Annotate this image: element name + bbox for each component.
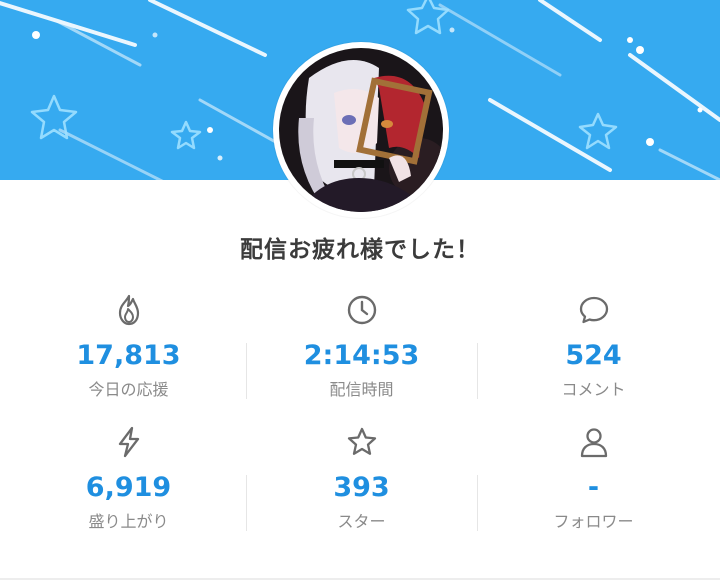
stat-value: 17,813 <box>76 340 181 371</box>
bolt-icon <box>118 426 139 458</box>
flame-icon <box>118 294 139 326</box>
stat-stream-time: 2:14:53 配信時間 <box>245 293 478 423</box>
stat-value: - <box>587 472 600 503</box>
stat-label: 盛り上がり <box>88 512 169 531</box>
stat-label: スター <box>337 512 386 531</box>
stat-stars: 393 スター <box>245 425 478 555</box>
bottom-divider <box>0 578 720 580</box>
stats-grid: 17,813 今日の応援 2:14:53 配信時間 524 コメント 6,919… <box>10 285 710 545</box>
person-icon <box>580 428 607 458</box>
stat-value: 393 <box>333 472 390 503</box>
stat-value: 6,919 <box>85 472 172 503</box>
stat-daily-support: 17,813 今日の応援 <box>12 293 245 423</box>
stream-finished-title: 配信お疲れ様でした！ <box>240 237 480 263</box>
clock-icon <box>347 295 376 325</box>
stat-label: 今日の応援 <box>88 380 169 399</box>
stat-comments: 524 コメント <box>477 293 710 423</box>
star-icon <box>347 427 376 455</box>
stat-excitement: 6,919 盛り上がり <box>12 425 245 555</box>
stat-followers: - フォロワー <box>477 425 710 555</box>
stat-label: 配信時間 <box>329 380 394 399</box>
streamer-avatar[interactable] <box>273 42 449 218</box>
stat-value: 524 <box>565 340 622 371</box>
comment-icon <box>579 296 608 324</box>
stat-label: フォロワー <box>553 512 634 531</box>
stat-label: コメント <box>561 380 626 399</box>
avatar-image <box>279 48 443 212</box>
stat-value: 2:14:53 <box>303 340 420 371</box>
